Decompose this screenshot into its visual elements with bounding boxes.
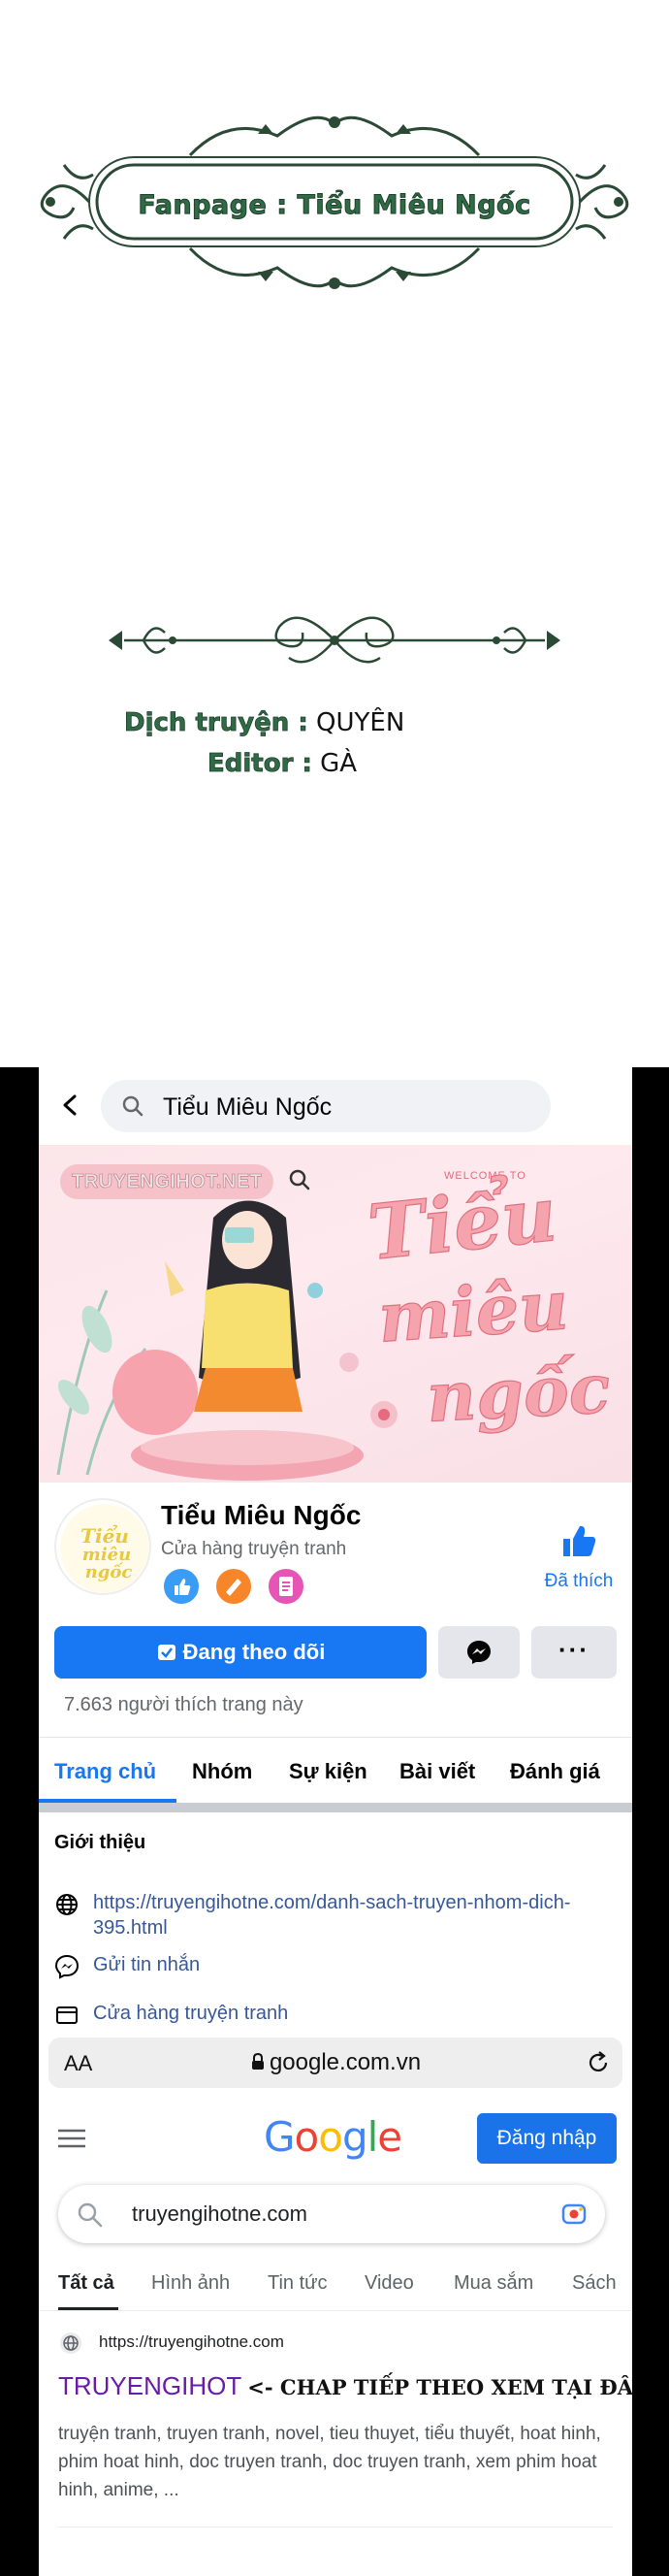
google-logo-g2: g (341, 2113, 368, 2161)
tab-events[interactable]: Sự kiện (289, 1759, 367, 1784)
globe-icon (56, 1894, 78, 1915)
page-category: Cửa hàng truyện tranh (161, 1539, 347, 1559)
result-title-row[interactable]: TRUYENGIHOT<- CHAP TIẾP THEO XEM TẠI ĐÂY… (58, 2371, 632, 2401)
browser-address-bar[interactable]: AA google.com.vn (48, 2038, 622, 2088)
tab-posts[interactable]: Bài viết (399, 1759, 475, 1784)
browser-url[interactable]: google.com.vn (48, 2049, 622, 2076)
tab-images[interactable]: Hình ảnh (151, 2272, 230, 2295)
editor-credit: Editor : GÀ (207, 749, 358, 779)
following-check-icon (157, 1645, 175, 1660)
reload-icon[interactable] (586, 2050, 611, 2075)
translator-label: Dịch truyện : (124, 708, 309, 738)
messenger-icon (54, 1954, 80, 1979)
result-url[interactable]: https://truyengihotne.com (99, 2332, 284, 2352)
ornamental-divider (109, 616, 560, 664)
intro-section: Giới thiệu https://truyengihotne.com/dan… (39, 1812, 632, 2055)
more-options-button[interactable]: ··· (531, 1626, 617, 1679)
google-logo[interactable]: Google (264, 2113, 402, 2161)
globe-favicon-icon (60, 2332, 81, 2354)
search-icon (78, 2202, 103, 2228)
section-separator (39, 1803, 632, 1812)
google-tabs: Tất cả Hình ảnh Tin tức Video Mua sắm Sá… (39, 2251, 632, 2311)
google-search-page: Google Đăng nhập truyengihotne.com Tất c… (39, 2096, 632, 2576)
active-tab-indicator (58, 2307, 118, 2310)
page-name: Tiểu Miêu Ngốc (161, 1500, 362, 1530)
fb-search-query: Tiểu Miêu Ngốc (163, 1093, 333, 1121)
svg-text:ngốc: ngốc (85, 1561, 133, 1582)
google-logo-e: e (377, 2113, 402, 2161)
google-lens-icon[interactable] (560, 2201, 588, 2228)
liked-label: Đã thích (544, 1571, 614, 1591)
sign-in-button[interactable]: Đăng nhập (477, 2113, 617, 2164)
tab-news[interactable]: Tin tức (268, 2272, 328, 2295)
tab-groups[interactable]: Nhóm (192, 1759, 252, 1784)
phone-screen: Tiểu Miêu Ngốc TRUYENGIHOT.NET WELCOME T… (39, 1067, 632, 2576)
cover-photo[interactable]: TRUYENGIHOT.NET WELCOME TO Tiểu miêu ngố… (39, 1145, 632, 1483)
likes-count: 7.663 người thích trang này (64, 1694, 303, 1715)
result-snippet: truyện tranh, truyen tranh, novel, tieu … (58, 2424, 601, 2500)
search-icon (289, 1169, 310, 1190)
phone-screenshot: Tiểu Miêu Ngốc TRUYENGIHOT.NET WELCOME T… (0, 1067, 669, 2576)
menu-icon[interactable] (58, 2129, 85, 2148)
following-button[interactable]: Đang theo dõi (54, 1626, 427, 1679)
checklist-badge-icon[interactable] (266, 1566, 306, 1607)
following-label: Đang theo dõi (182, 1640, 326, 1664)
cover-title-line-2: miêu (375, 1264, 572, 1359)
thumbs-up-icon (563, 1525, 596, 1556)
result-title-note: <- CHAP TIẾP THEO XEM TẠI ĐÂY NHA (247, 2375, 632, 2399)
intro-title: Giới thiệu (54, 1832, 146, 1853)
shop-category-link[interactable]: Cửa hàng truyện tranh (93, 2001, 597, 2026)
send-message-link[interactable]: Gửi tin nhắn (93, 1952, 597, 1977)
result-title[interactable]: TRUYENGIHOT (58, 2371, 241, 2400)
tab-shopping[interactable]: Mua sắm (454, 2272, 533, 2295)
google-query: truyengihotne.com (132, 2201, 307, 2226)
lock-icon (251, 2052, 264, 2070)
tab-books[interactable]: Sách (572, 2272, 617, 2295)
credits-page: Fanpage : Tiểu Miêu Ngốc Dịch truyện : Q… (0, 0, 669, 1067)
top-fan-badge-icon[interactable] (161, 1566, 202, 1607)
tab-all[interactable]: Tất cả (58, 2272, 114, 2295)
fb-search-bar[interactable]: Tiểu Miêu Ngốc (101, 1080, 551, 1132)
translator-name: QUYÊN (316, 708, 405, 737)
google-logo-o2: o (318, 2113, 343, 2161)
google-logo-l: l (366, 2113, 379, 2161)
google-logo-o1: o (294, 2113, 320, 2161)
browser-url-text: google.com.vn (269, 2049, 422, 2075)
messenger-button[interactable] (438, 1626, 520, 1679)
page-tabs: Trang chủ Nhóm Sự kiện Bài viết Đánh giá (39, 1737, 632, 1803)
translator-credit: Dịch truyện : QUYÊN (124, 708, 405, 738)
search-result: https://truyengihotne.com TRUYENGIHOT <- … (39, 2321, 632, 2573)
intro-link[interactable]: https://truyengihotne.com/danh-sach-truy… (93, 1890, 597, 1940)
google-logo-g: G (264, 2113, 296, 2161)
tab-video[interactable]: Video (365, 2272, 414, 2295)
liked-button[interactable]: Đã thích (533, 1521, 624, 1592)
shop-icon (56, 2006, 78, 2024)
editor-label: Editor : (207, 749, 313, 779)
cover-title-line-3: ngốc (424, 1348, 613, 1439)
fanpage-title: Fanpage : Tiểu Miêu Ngốc (138, 190, 531, 221)
messenger-icon (467, 1641, 491, 1664)
rising-badge-icon[interactable] (213, 1566, 254, 1607)
editor-name: GÀ (320, 749, 358, 778)
tab-reviews[interactable]: Đánh giá (510, 1759, 600, 1784)
avatar-logo-icon: Tiểu miêu ngốc (60, 1504, 149, 1593)
cover-site-badge: TRUYENGIHOT.NET (60, 1164, 274, 1199)
page-avatar[interactable]: Tiểu miêu ngốc (54, 1498, 151, 1595)
page-profile: Tiểu miêu ngốc Tiểu Miêu Ngốc Cửa hàng t… (39, 1483, 632, 1725)
google-search-box[interactable]: truyengihotne.com (58, 2185, 605, 2243)
search-icon (122, 1095, 143, 1117)
tab-home[interactable]: Trang chủ (54, 1759, 156, 1784)
back-arrow-icon[interactable] (60, 1094, 81, 1116)
fb-header: Tiểu Miêu Ngốc (39, 1067, 632, 1145)
